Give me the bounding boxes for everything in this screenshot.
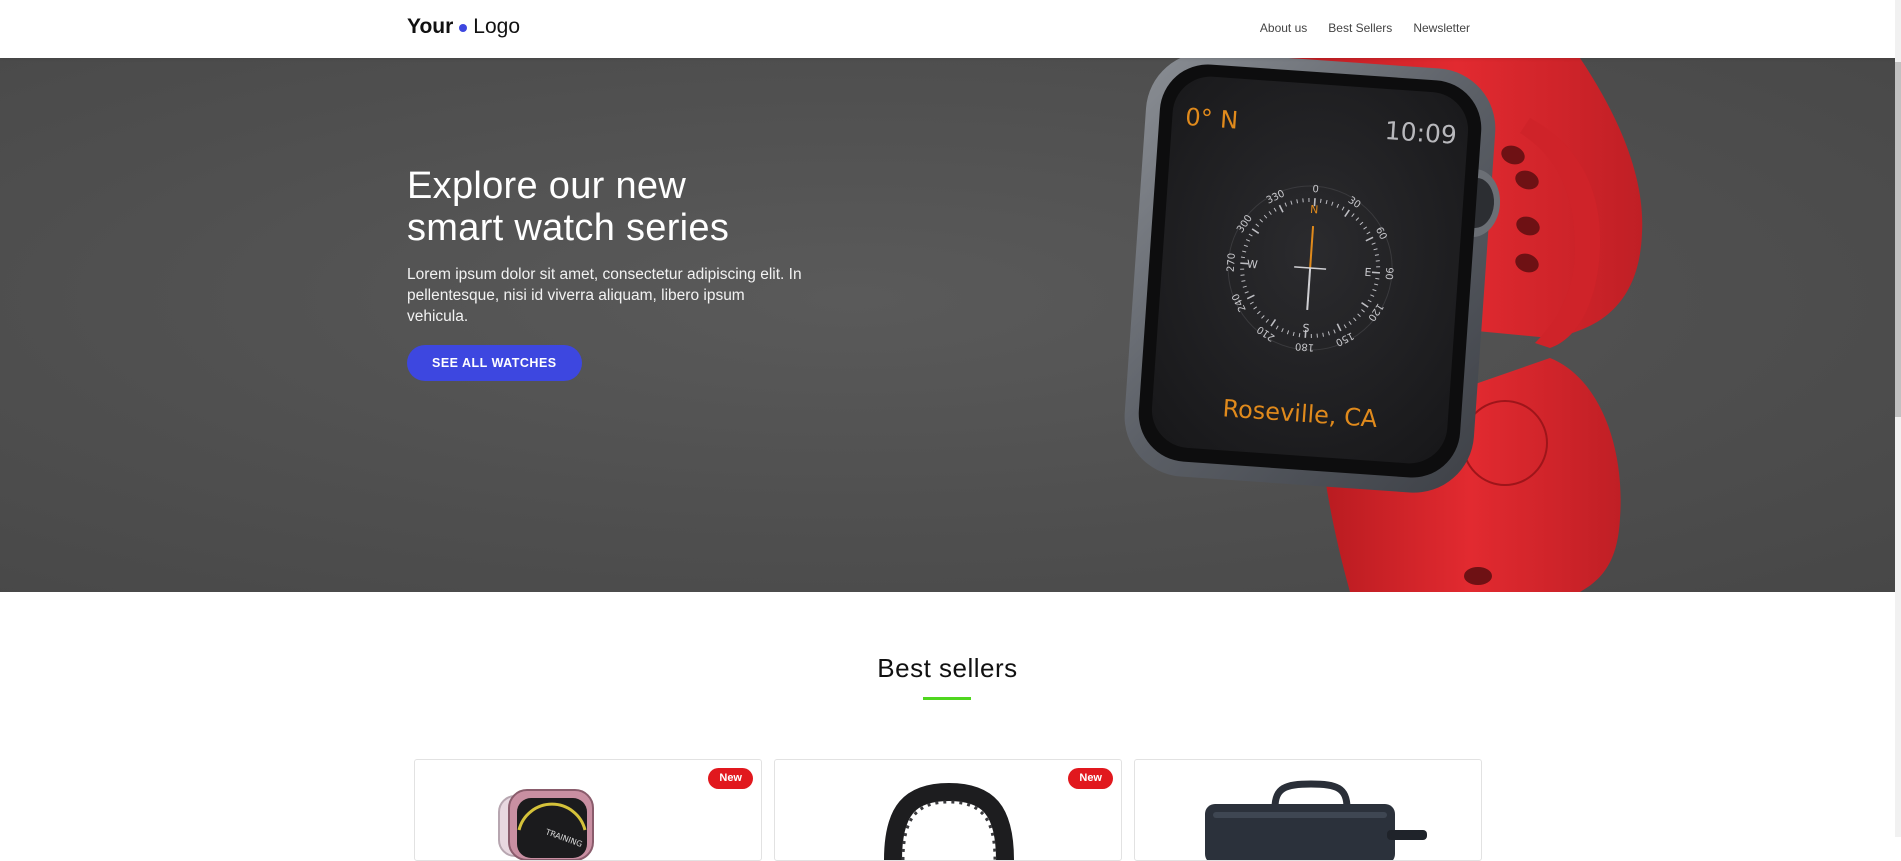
logo-dot-icon <box>459 24 468 32</box>
title-underline <box>923 697 971 700</box>
new-badge: New <box>708 768 753 789</box>
watch-time-text: 10:09 <box>1384 116 1458 150</box>
main-nav: About us Best Sellers Newsletter <box>1260 20 1470 36</box>
compass-degree-label: 270 <box>1226 253 1238 273</box>
scrollbar-thumb[interactable] <box>1895 62 1901 417</box>
compass-tick <box>1240 274 1245 276</box>
nav-newsletter[interactable]: Newsletter <box>1413 20 1470 36</box>
compass-s-label: S <box>1302 322 1310 335</box>
compass-tick <box>1319 198 1322 203</box>
see-all-watches-button[interactable]: SEE ALL WATCHES <box>407 345 582 381</box>
product-card[interactable]: TRAINING New <box>414 759 762 861</box>
smart-watch-image: 0° N 10:09 Roseville, CA 030609012015018… <box>1124 58 1643 592</box>
logo[interactable]: Your Logo <box>407 14 520 40</box>
product-card[interactable] <box>1134 759 1482 861</box>
hero-title: Explore our new smart watch series <box>407 165 730 249</box>
compass-tick <box>1316 333 1318 338</box>
product-card[interactable]: New <box>774 759 1122 861</box>
nav-best-sellers[interactable]: Best Sellers <box>1328 20 1392 36</box>
watch-heading-text: 0° N <box>1184 103 1239 135</box>
compass-tick <box>1302 198 1304 203</box>
compass-degree-label: 90 <box>1383 267 1395 280</box>
compass-degree-label: 0 <box>1312 184 1319 195</box>
compass-e-label: E <box>1364 266 1372 279</box>
compass-tick <box>1298 333 1301 338</box>
compass-w-label: W <box>1246 258 1258 272</box>
hero-text: Explore our new smart watch series Lorem… <box>407 165 827 381</box>
compass-degree-label: 180 <box>1295 340 1315 352</box>
compass-tick <box>1371 271 1381 274</box>
compass-n-label: N <box>1310 203 1319 217</box>
best-sellers-title: Best sellers <box>877 653 1018 683</box>
page-scrollbar[interactable] <box>1895 0 1901 837</box>
hero-description: Lorem ipsum dolor sit amet, consectetur … <box>407 266 802 325</box>
compass-tick <box>1376 266 1381 268</box>
compass-tick <box>1240 256 1246 259</box>
compass-tick <box>1308 198 1310 203</box>
compass-tick <box>1375 260 1380 262</box>
logo-your: Your <box>407 15 454 38</box>
new-badge: New <box>1068 768 1113 789</box>
hero-banner: Explore our new smart watch series Lorem… <box>0 58 1895 592</box>
compass-tick <box>1240 268 1245 270</box>
watch-bag-icon <box>1205 780 1427 860</box>
site-header: Your Logo About us Best Sellers Newslett… <box>0 0 1895 58</box>
compass-tick <box>1310 333 1312 338</box>
logo-logo: Logo <box>473 15 520 38</box>
compass-tick <box>1375 277 1380 280</box>
nav-about-us[interactable]: About us <box>1260 20 1307 36</box>
